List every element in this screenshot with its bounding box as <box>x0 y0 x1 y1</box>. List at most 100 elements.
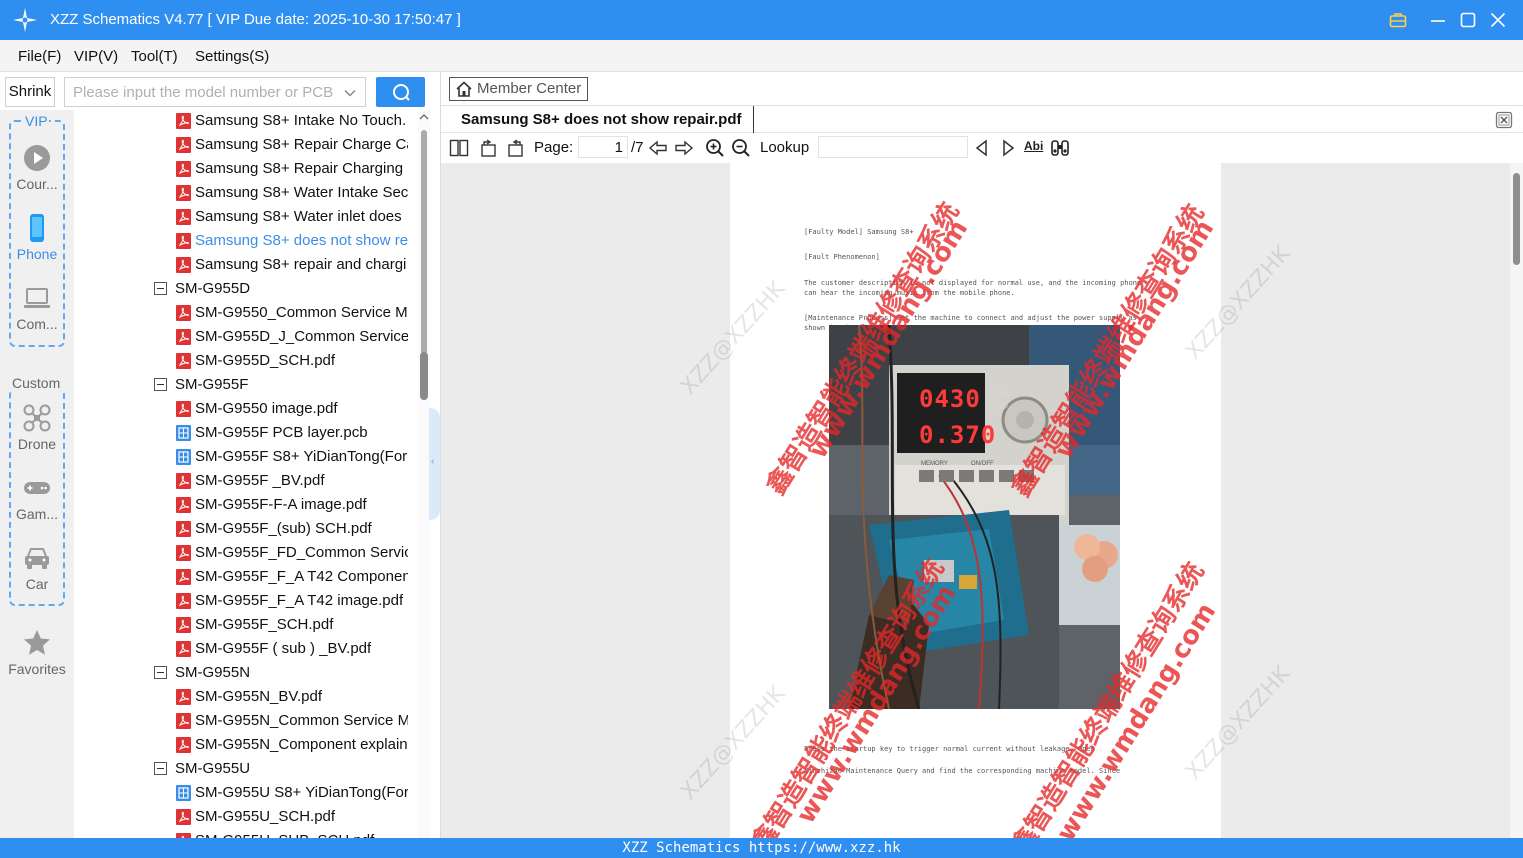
pdf-file-icon <box>176 689 191 705</box>
tree-row-label: Samsung S8+ Water inlet does <box>195 208 402 225</box>
shrink-button[interactable]: Shrink <box>5 77 55 107</box>
briefcase-icon <box>1389 13 1407 28</box>
collapse-sidebar-handle[interactable]: ‹ <box>429 408 440 520</box>
two-page-view-icon[interactable] <box>449 138 469 158</box>
rail-item-label: Gam... <box>15 506 58 522</box>
tree-file[interactable]: SM-G955U_SCH.pdf <box>176 805 408 829</box>
tree-file[interactable]: SM-G955F PCB layer.pcb <box>176 421 408 445</box>
lookup-input[interactable] <box>818 136 968 158</box>
tree-file[interactable]: Samsung S8+ Repair Charging <box>176 157 408 181</box>
minimize-button[interactable] <box>1426 8 1450 32</box>
tree-row-label: SM-G955U_SCH.pdf <box>195 808 336 825</box>
viewer-scrollbar[interactable] <box>1510 163 1523 838</box>
tree-scrollbar-thumb[interactable] <box>420 352 428 400</box>
tree-row-label: SM-G955F S8+ YiDianTong(For <box>195 448 408 465</box>
tree-folder[interactable]: SM-G955F <box>154 373 408 397</box>
rail-item-phone[interactable]: Phone <box>9 213 65 262</box>
menu-tool[interactable]: Tool(T) <box>131 48 178 65</box>
zoom-out-icon[interactable] <box>731 138 751 158</box>
next-page-arrow-icon[interactable] <box>674 138 694 158</box>
page-number-input[interactable] <box>578 136 628 158</box>
pdf-file-icon <box>176 329 191 345</box>
tree-file[interactable]: SM-G955D_SCH.pdf <box>176 349 408 373</box>
tree-folder[interactable]: SM-G955N <box>154 661 408 685</box>
rail-item-favorites[interactable]: Favorites <box>3 628 71 677</box>
collapse-minus-icon[interactable] <box>154 762 167 775</box>
tree-file[interactable]: SM-G955F _BV.pdf <box>176 469 408 493</box>
chevron-down-icon[interactable] <box>343 86 357 100</box>
tree-file[interactable]: SM-G955N_BV.pdf <box>176 685 408 709</box>
tree-folder[interactable]: SM-G955D <box>154 277 408 301</box>
model-search-combobox[interactable] <box>64 77 366 107</box>
rotate-right-icon[interactable] <box>505 138 525 158</box>
tree-file[interactable]: Samsung S8+ Water inlet does <box>176 205 408 229</box>
tree-file[interactable]: SM-G955F ( sub ) _BV.pdf <box>176 637 408 661</box>
binoculars-icon[interactable] <box>1050 138 1070 158</box>
document-tab[interactable]: Samsung S8+ does not show repair.pdf <box>449 106 755 133</box>
tree-file[interactable]: SM-G9550_Common Service Ma <box>176 301 408 325</box>
menu-file[interactable]: File(F) <box>18 48 61 65</box>
tree-file[interactable]: SM-G9550 image.pdf <box>176 397 408 421</box>
maximize-button[interactable] <box>1456 8 1480 32</box>
menu-vip[interactable]: VIP(V) <box>74 48 118 65</box>
model-search-input[interactable] <box>65 78 335 106</box>
tree-row-label: SM-G955D <box>175 280 251 297</box>
rail-item-drone[interactable]: Drone <box>9 403 65 452</box>
rotate-left-icon[interactable] <box>479 138 499 158</box>
tree-file[interactable]: SM-G955N_Common Service M <box>176 709 408 733</box>
close-button[interactable] <box>1486 8 1510 32</box>
prev-page-arrow-icon[interactable] <box>648 138 668 158</box>
app-window: XZZ Schematics V4.77 [ VIP Due date: 202… <box>0 0 1523 858</box>
search-button[interactable] <box>376 77 425 107</box>
pdf-page: [Faulty Model] Samsung S8+ [Fault Phenom… <box>730 163 1221 838</box>
tree-row-label: Samsung S8+ Repair Charge Ca <box>195 136 408 153</box>
match-case-button[interactable]: Abi <box>1024 139 1043 153</box>
tree-file[interactable]: Samsung S8+ Intake No Touch. <box>176 110 408 133</box>
tree-file[interactable]: SM-G955U S8+ YiDianTong(For <box>176 781 408 805</box>
tree-file-active[interactable]: Samsung S8+ does not show re <box>176 229 408 253</box>
tree-file[interactable]: SM-G955U_SUB_SCH.pdf <box>176 829 408 838</box>
tree-file[interactable]: Samsung S8+ Water Intake Seco <box>176 181 408 205</box>
tree-file[interactable]: SM-G955F_F_A T42 image.pdf <box>176 589 408 613</box>
tree-row-label: SM-G955F_SCH.pdf <box>195 616 334 633</box>
menu-settings[interactable]: Settings(S) <box>195 48 269 65</box>
zoom-in-icon[interactable] <box>705 138 725 158</box>
tree-file[interactable]: SM-G955F_F_A T42 Component <box>176 565 408 589</box>
member-center-button[interactable]: Member Center <box>449 77 588 101</box>
pdf-viewer[interactable]: [Faulty Model] Samsung S8+ [Fault Phenom… <box>441 163 1510 838</box>
tree-row-label: Samsung S8+ Water Intake Seco <box>195 184 408 201</box>
find-next-icon[interactable] <box>998 138 1018 158</box>
tree-file[interactable]: SM-G955F S8+ YiDianTong(For <box>176 445 408 469</box>
rail-item-courses[interactable]: Cour... <box>9 143 65 192</box>
tree-row-label: SM-G955F _BV.pdf <box>195 472 325 489</box>
rail-item-car[interactable]: Car <box>9 543 65 592</box>
rail-item-label: Favorites <box>8 661 66 677</box>
tree-file[interactable]: SM-G955F-F-A image.pdf <box>176 493 408 517</box>
find-previous-icon[interactable] <box>972 138 992 158</box>
collapse-minus-icon[interactable] <box>154 666 167 679</box>
pdf-line-model: [Faulty Model] Samsung S8+ <box>804 228 914 236</box>
rail-item-computer[interactable]: Com... <box>9 283 65 332</box>
pdf-file-icon <box>176 185 191 201</box>
tree-row-label: SM-G955F_(sub) SCH.pdf <box>195 520 372 537</box>
tree-file[interactable]: SM-G955D_J_Common Service I <box>176 325 408 349</box>
tree-file[interactable]: Samsung S8+ repair and chargi <box>176 253 408 277</box>
tree-file[interactable]: Samsung S8+ Repair Charge Ca <box>176 133 408 157</box>
collapse-minus-icon[interactable] <box>154 378 167 391</box>
rail-item-games[interactable]: Gam... <box>9 473 65 522</box>
pdf-file-icon <box>176 113 191 129</box>
close-tabs-icon[interactable] <box>1495 111 1513 129</box>
tree-row-label: SM-G955F_FD_Common Service <box>195 544 408 561</box>
collapse-minus-icon[interactable] <box>154 282 167 295</box>
viewer-scrollbar-thumb[interactable] <box>1513 173 1520 265</box>
tree-file[interactable]: SM-G955F_SCH.pdf <box>176 613 408 637</box>
tree-scrollbar-track-thumb[interactable] <box>421 130 427 355</box>
tree-folder[interactable]: SM-G955U <box>154 757 408 781</box>
tree-file[interactable]: SM-G955F_(sub) SCH.pdf <box>176 517 408 541</box>
tree-file[interactable]: SM-G955N_Component explain <box>176 733 408 757</box>
vip-briefcase-button[interactable] <box>1386 8 1410 32</box>
custom-group-label: Custom <box>11 375 62 391</box>
pdf-file-icon <box>176 305 191 321</box>
scroll-up-icon[interactable] <box>419 112 429 122</box>
tree-file[interactable]: SM-G955F_FD_Common Service <box>176 541 408 565</box>
